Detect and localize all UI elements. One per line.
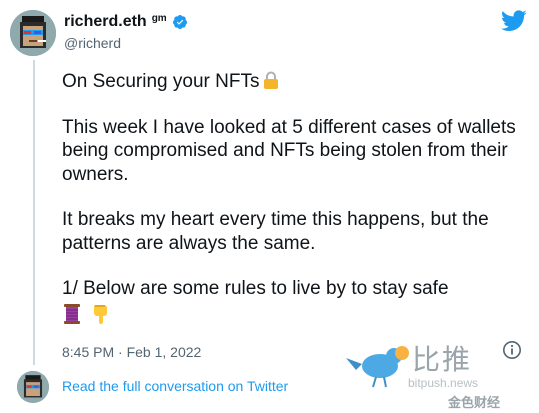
author-name-row[interactable]: richerd.eth gm: [64, 12, 188, 32]
twitter-bird-icon[interactable]: [501, 10, 527, 32]
watermark-main: 比推: [412, 343, 473, 376]
tweet-paragraph: 1/ Below are some rules to live by to st…: [62, 278, 449, 299]
tweet-card: richerd.eth gm @richerd On Securing your…: [0, 0, 539, 413]
backhand-index-pointing-down-icon: [94, 304, 107, 324]
tweet-paragraph: On Securing your NFTs: [62, 70, 527, 94]
watermark-sub: bitpush.news: [408, 376, 479, 390]
author-name-suffix: gm: [151, 12, 167, 24]
author-display-name[interactable]: richerd.eth: [64, 13, 147, 31]
footer-avatar[interactable]: [17, 371, 49, 403]
read-conversation-link[interactable]: Read the full conversation on Twitter: [62, 378, 288, 394]
thread-spool-icon: [64, 303, 80, 324]
tweet-paragraph: It breaks my heart every time this happe…: [62, 209, 489, 254]
emoji-row: [62, 303, 527, 325]
verified-badge-icon: [172, 15, 187, 29]
lock-icon: [264, 71, 279, 89]
tweet-paragraph: This week I have looked at 5 different c…: [62, 116, 516, 185]
tweet-timestamp[interactable]: 8:45 PM · Feb 1, 2022: [62, 344, 201, 360]
author-avatar[interactable]: [10, 10, 56, 56]
tweet-text: On Securing your NFTs This week I have l…: [62, 70, 527, 325]
author-handle[interactable]: @richerd: [64, 35, 121, 51]
thread-line: [33, 60, 35, 365]
watermark-sub2: 金色财经: [448, 395, 501, 410]
